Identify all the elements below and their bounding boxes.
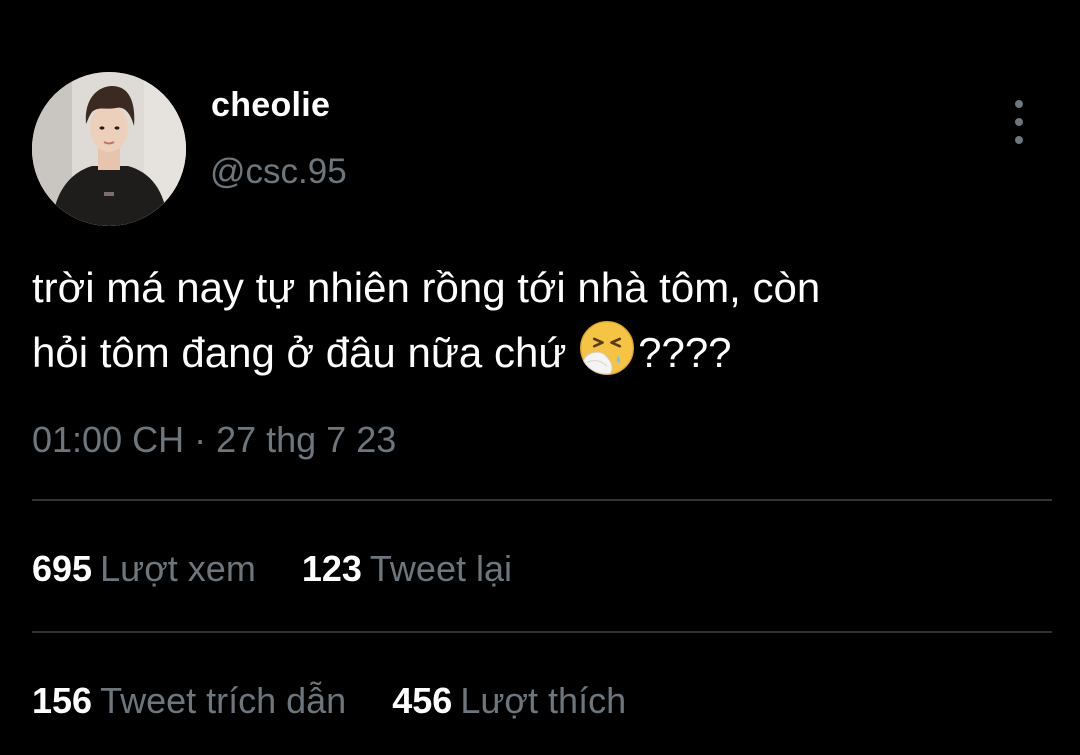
quotes-stat[interactable]: 156 Tweet trích dẫn bbox=[32, 680, 346, 722]
quotes-count: 156 bbox=[32, 680, 93, 721]
tweet-text: trời má nay tự nhiên rồng tới nhà tôm, c… bbox=[32, 257, 1052, 384]
more-options-button[interactable] bbox=[1003, 100, 1035, 144]
more-vertical-icon bbox=[1015, 100, 1023, 108]
views-stat[interactable]: 695 Lượt xem bbox=[32, 548, 256, 590]
stats-row-2: 156 Tweet trích dẫn 456 Lượt thích bbox=[32, 680, 662, 722]
likes-count: 456 bbox=[392, 680, 453, 721]
more-vertical-icon-dot bbox=[1015, 136, 1023, 144]
retweets-count: 123 bbox=[301, 548, 362, 589]
views-count: 695 bbox=[32, 548, 93, 589]
retweets-stat[interactable]: 123 Tweet lại bbox=[302, 548, 512, 590]
views-label: Lượt xem bbox=[100, 548, 256, 589]
likes-stat[interactable]: 456 Lượt thích bbox=[392, 680, 626, 722]
more-vertical-icon-dot bbox=[1015, 118, 1023, 126]
tweet-text-line1: trời má nay tự nhiên rồng tới nhà tôm, c… bbox=[32, 264, 821, 311]
divider bbox=[32, 631, 1052, 633]
quotes-label: Tweet trích dẫn bbox=[100, 680, 347, 721]
avatar-image bbox=[32, 72, 186, 226]
display-name[interactable]: cheolie bbox=[211, 86, 330, 125]
avatar[interactable] bbox=[32, 72, 186, 226]
likes-label: Lượt thích bbox=[460, 680, 627, 721]
tweet-text-line2-end: ???? bbox=[638, 329, 732, 376]
tweet-timestamp[interactable]: 01:00 CH · 27 thg 7 23 bbox=[32, 419, 396, 461]
tweet-text-line2-start: hỏi tôm đang ở đâu nữa chứ bbox=[32, 329, 579, 376]
divider bbox=[32, 499, 1052, 501]
stats-row-1: 695 Lượt xem 123 Tweet lại bbox=[32, 548, 548, 590]
retweets-label: Tweet lại bbox=[369, 548, 512, 589]
sneezing-face-icon bbox=[580, 321, 635, 375]
user-handle[interactable]: @csc.95 bbox=[210, 152, 347, 192]
